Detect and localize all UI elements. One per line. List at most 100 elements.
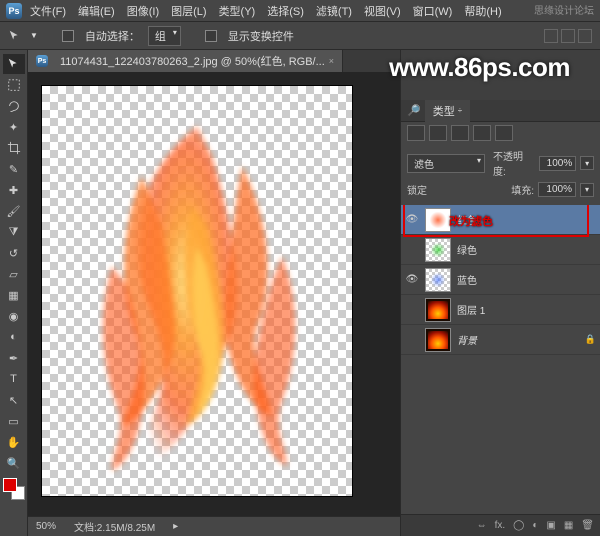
layer-fx-icon[interactable]: fx. — [495, 520, 506, 531]
visibility-toggle[interactable]: 👁 — [405, 214, 419, 225]
visibility-toggle[interactable]: 👁 — [405, 274, 419, 285]
eyedropper-tool[interactable]: ✎ — [3, 159, 25, 179]
history-brush-tool[interactable]: ↺ — [3, 243, 25, 263]
document-tab[interactable]: Ps 11074431_122403780263_2.jpg @ 50%(红色,… — [28, 50, 343, 72]
menu-type[interactable]: 类型(Y) — [219, 3, 256, 19]
opacity-input[interactable]: 100% — [539, 156, 576, 171]
type-tool[interactable]: T — [3, 369, 25, 389]
layer-row[interactable]: 背景 🔒 — [401, 325, 600, 355]
chevron-down-icon[interactable]: ▼ — [30, 31, 38, 40]
zoom-tool[interactable]: 🔍 — [3, 453, 25, 473]
brush-tool[interactable]: 🖌 — [3, 201, 25, 221]
crop-tool[interactable] — [3, 138, 25, 158]
layer-thumbnail[interactable] — [425, 208, 451, 232]
auto-select-dropdown[interactable]: 组 — [148, 26, 181, 46]
layer-thumbnail[interactable] — [425, 238, 451, 262]
filter-adjust-icon[interactable] — [429, 125, 447, 141]
delete-layer-icon[interactable]: 🗑 — [581, 520, 594, 531]
document-area: Ps 11074431_122403780263_2.jpg @ 50%(红色,… — [28, 50, 400, 536]
show-transform-checkbox[interactable] — [205, 30, 217, 42]
layer-thumbnail[interactable] — [425, 328, 451, 352]
layer-name[interactable]: 图层 1 — [457, 302, 596, 317]
group-icon[interactable]: ▣ — [546, 520, 555, 531]
layers-panel-header: 🔎 类型 ÷ — [401, 100, 600, 122]
dodge-tool[interactable]: ◐ — [3, 327, 25, 347]
layers-tab-label: 类型 — [433, 103, 455, 119]
layer-thumbnail[interactable] — [425, 298, 451, 322]
menu-edit[interactable]: 编辑(E) — [78, 3, 115, 19]
close-tab-icon[interactable]: × — [329, 56, 334, 66]
filter-type-icon[interactable] — [451, 125, 469, 141]
document-tab-bar: Ps 11074431_122403780263_2.jpg @ 50%(红色,… — [28, 50, 400, 72]
layers-list: 👁 红色 绿色 👁 蓝色 图层 1 — [401, 205, 600, 514]
document-filesize: 文档:2.15M/8.25M — [74, 519, 155, 534]
lasso-tool[interactable] — [3, 96, 25, 116]
search-icon[interactable]: 🔎 — [407, 104, 421, 117]
status-chevron-icon[interactable]: ▸ — [173, 521, 178, 532]
menu-image[interactable]: 图像(I) — [127, 3, 159, 19]
menu-help[interactable]: 帮助(H) — [464, 3, 501, 19]
layer-name[interactable]: 绿色 — [457, 242, 596, 257]
ps-doc-icon: Ps — [36, 55, 48, 67]
layer-name[interactable]: 蓝色 — [457, 272, 596, 287]
move-tool[interactable] — [3, 54, 25, 74]
filter-pixel-icon[interactable] — [407, 125, 425, 141]
layers-panel-footer: ⇔ fx. ◯ ◐ ▣ ▦ 🗑 — [401, 514, 600, 536]
layers-tab[interactable]: 类型 ÷ — [425, 100, 470, 122]
gradient-tool[interactable]: ▦ — [3, 285, 25, 305]
adjustment-layer-icon[interactable]: ◐ — [532, 520, 538, 531]
menu-select[interactable]: 选择(S) — [267, 3, 304, 19]
fill-label: 填充: — [511, 182, 534, 197]
chevron-down-icon: ÷ — [458, 106, 462, 115]
menu-view[interactable]: 视图(V) — [364, 3, 401, 19]
marquee-tool[interactable] — [3, 75, 25, 95]
app-logo: Ps — [6, 3, 22, 19]
healing-tool[interactable]: ✚ — [3, 180, 25, 200]
shape-tool[interactable]: ▭ — [3, 411, 25, 431]
foreground-color-swatch[interactable] — [3, 478, 17, 492]
layer-name[interactable]: 红色 — [457, 212, 596, 227]
wand-tool[interactable]: ✦ — [3, 117, 25, 137]
layer-name[interactable]: 背景 — [457, 332, 579, 347]
pen-tool[interactable]: ✒ — [3, 348, 25, 368]
toolbox: ✦ ✎ ✚ 🖌 ⧩ ↺ ▱ ▦ ◉ ◐ ✒ T ↖ ▭ ✋ 🔍 — [0, 50, 28, 536]
blur-tool[interactable]: ◉ — [3, 306, 25, 326]
menu-window[interactable]: 窗口(W) — [413, 3, 453, 19]
eraser-tool[interactable]: ▱ — [3, 264, 25, 284]
opacity-label: 不透明度: — [493, 148, 535, 178]
filter-shape-icon[interactable] — [473, 125, 491, 141]
move-tool-icon — [8, 29, 22, 43]
fill-input[interactable]: 100% — [538, 182, 576, 197]
panels-dock: 🔎 类型 ÷ 滤色 不透明度: 100% ▾ — [400, 50, 600, 536]
collapsed-panel-well[interactable] — [401, 50, 600, 100]
layer-mask-icon[interactable]: ◯ — [513, 520, 524, 531]
link-layers-icon[interactable]: ⇔ — [477, 520, 487, 531]
path-tool[interactable]: ↖ — [3, 390, 25, 410]
lock-label: 锁定 — [407, 182, 427, 197]
new-layer-icon[interactable]: ▦ — [564, 520, 573, 531]
menu-file[interactable]: 文件(F) — [30, 3, 66, 19]
canvas-viewport[interactable] — [28, 72, 400, 516]
lock-icon: 🔒 — [585, 334, 596, 345]
zoom-level[interactable]: 50% — [36, 521, 56, 532]
filter-smart-icon[interactable] — [495, 125, 513, 141]
layer-row[interactable]: 👁 蓝色 — [401, 265, 600, 295]
opacity-chevron-icon[interactable]: ▾ — [580, 156, 594, 170]
hand-tool[interactable]: ✋ — [3, 432, 25, 452]
document-tab-title: 11074431_122403780263_2.jpg @ 50%(红色, RG… — [60, 53, 325, 69]
layer-row[interactable]: 图层 1 — [401, 295, 600, 325]
menu-layer[interactable]: 图层(L) — [171, 3, 206, 19]
layer-row[interactable]: 绿色 — [401, 235, 600, 265]
layer-thumbnail[interactable] — [425, 268, 451, 292]
stamp-tool[interactable]: ⧩ — [3, 222, 25, 242]
canvas[interactable] — [42, 86, 352, 496]
auto-select-checkbox[interactable] — [62, 30, 74, 42]
fill-chevron-icon[interactable]: ▾ — [580, 183, 594, 197]
color-swatches[interactable] — [3, 478, 25, 500]
menu-filter[interactable]: 滤镜(T) — [316, 3, 352, 19]
layer-row[interactable]: 👁 红色 — [401, 205, 600, 235]
layer-filter-row — [401, 122, 600, 144]
align-icons[interactable] — [544, 29, 592, 43]
blend-mode-dropdown[interactable]: 滤色 — [407, 154, 485, 173]
options-bar: ▼ 自动选择： 组 显示变换控件 — [0, 22, 600, 50]
